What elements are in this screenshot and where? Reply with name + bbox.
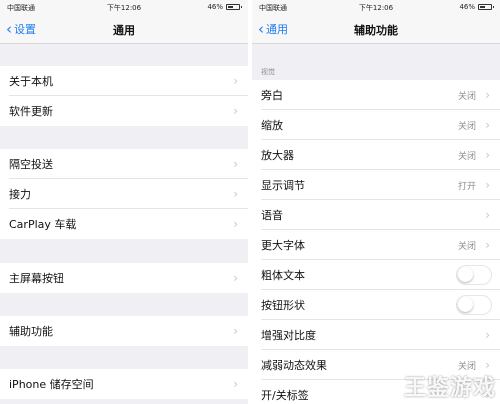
section-header-vision: 视觉 <box>261 68 275 76</box>
battery-icon <box>226 4 242 10</box>
row-zoom[interactable]: 缩放 关闭 › <box>252 110 500 140</box>
button-shapes-toggle[interactable] <box>456 295 492 315</box>
battery-percent: 46% <box>207 3 223 11</box>
row-iphone-storage[interactable]: iPhone 储存空间 › <box>0 369 248 399</box>
row-label: 关于本机 <box>9 75 53 88</box>
chevron-right-icon: › <box>233 324 238 338</box>
status-bar: 中国联通 下午12:06 46% <box>0 0 248 14</box>
row-handoff[interactable]: 接力 › <box>0 179 248 209</box>
row-increase-contrast[interactable]: 增强对比度 › <box>252 320 500 350</box>
row-label: 软件更新 <box>9 105 53 118</box>
battery-indicator: 46% <box>459 3 494 11</box>
chevron-right-icon: › <box>233 187 238 201</box>
chevron-right-icon: › <box>485 148 490 162</box>
row-label: 更大字体 <box>261 239 305 252</box>
bold-text-toggle[interactable] <box>456 265 492 285</box>
row-magnifier[interactable]: 放大器 关闭 › <box>252 140 500 170</box>
row-value: 关闭 <box>457 92 476 102</box>
row-value: 关闭 <box>457 242 476 252</box>
chevron-right-icon: › <box>485 118 490 132</box>
row-label: 缩放 <box>261 119 283 132</box>
chevron-right-icon: › <box>485 208 490 222</box>
row-label: 隔空投送 <box>9 158 53 171</box>
row-label: 主屏幕按钮 <box>9 272 64 285</box>
row-label: 语音 <box>261 209 283 222</box>
row-label: 辅助功能 <box>9 325 53 338</box>
row-value: 关闭 <box>457 122 476 132</box>
row-speech[interactable]: 语音 › <box>252 200 500 230</box>
row-label: 增强对比度 <box>261 329 316 342</box>
page-title: 辅助功能 <box>354 24 398 37</box>
chevron-right-icon: › <box>485 178 490 192</box>
chevron-right-icon: › <box>233 217 238 231</box>
row-label: 显示调节 <box>261 179 305 192</box>
navigation-bar: ‹ 通用 辅助功能 <box>252 14 500 44</box>
row-value: 打开 <box>457 182 476 192</box>
accessibility-screen: 中国联通 下午12:06 46% ‹ 通用 辅助功能 视觉 旁白 关闭 › 缩放… <box>252 0 500 404</box>
row-voiceover[interactable]: 旁白 关闭 › <box>252 80 500 110</box>
battery-indicator: 46% <box>207 3 242 11</box>
row-label: 开/关标签 <box>261 389 309 402</box>
row-about[interactable]: 关于本机 › <box>0 66 248 96</box>
row-button-shapes: 按钮形状 <box>252 290 500 320</box>
row-home-button[interactable]: 主屏幕按钮 › <box>0 263 248 293</box>
page-title: 通用 <box>113 24 135 37</box>
row-accessibility[interactable]: 辅助功能 › <box>0 316 248 346</box>
row-label: 按钮形状 <box>261 299 305 312</box>
chevron-right-icon: › <box>233 377 238 391</box>
row-airdrop[interactable]: 隔空投送 › <box>0 149 248 179</box>
battery-icon <box>478 4 494 10</box>
navigation-bar: ‹ 设置 通用 <box>0 14 248 44</box>
chevron-right-icon: › <box>485 328 490 342</box>
general-settings-screen: 中国联通 下午12:06 46% ‹ 设置 通用 关于本机 › 软件更新 › 隔… <box>0 0 248 404</box>
row-label: iPhone 储存空间 <box>9 378 94 391</box>
row-display-accommodations[interactable]: 显示调节 打开 › <box>252 170 500 200</box>
row-label: 旁白 <box>261 89 283 102</box>
row-larger-text[interactable]: 更大字体 关闭 › <box>252 230 500 260</box>
row-value: 关闭 <box>457 152 476 162</box>
chevron-right-icon: › <box>233 157 238 171</box>
chevron-right-icon: › <box>485 238 490 252</box>
row-label: CarPlay 车载 <box>9 218 77 231</box>
watermark-logo: 王鉴游戏 <box>403 375 496 401</box>
chevron-right-icon: › <box>233 104 238 118</box>
row-label: 粗体文本 <box>261 269 305 282</box>
row-label: 减弱动态效果 <box>261 359 327 372</box>
chevron-right-icon: › <box>233 74 238 88</box>
row-label: 接力 <box>9 188 31 201</box>
chevron-right-icon: › <box>233 271 238 285</box>
status-bar: 中国联通 下午12:06 46% <box>252 0 500 14</box>
chevron-right-icon: › <box>485 88 490 102</box>
row-software-update[interactable]: 软件更新 › <box>0 96 248 126</box>
row-label: 放大器 <box>261 149 294 162</box>
row-carplay[interactable]: CarPlay 车载 › <box>0 209 248 239</box>
battery-percent: 46% <box>459 3 475 11</box>
row-bold-text: 粗体文本 <box>252 260 500 290</box>
